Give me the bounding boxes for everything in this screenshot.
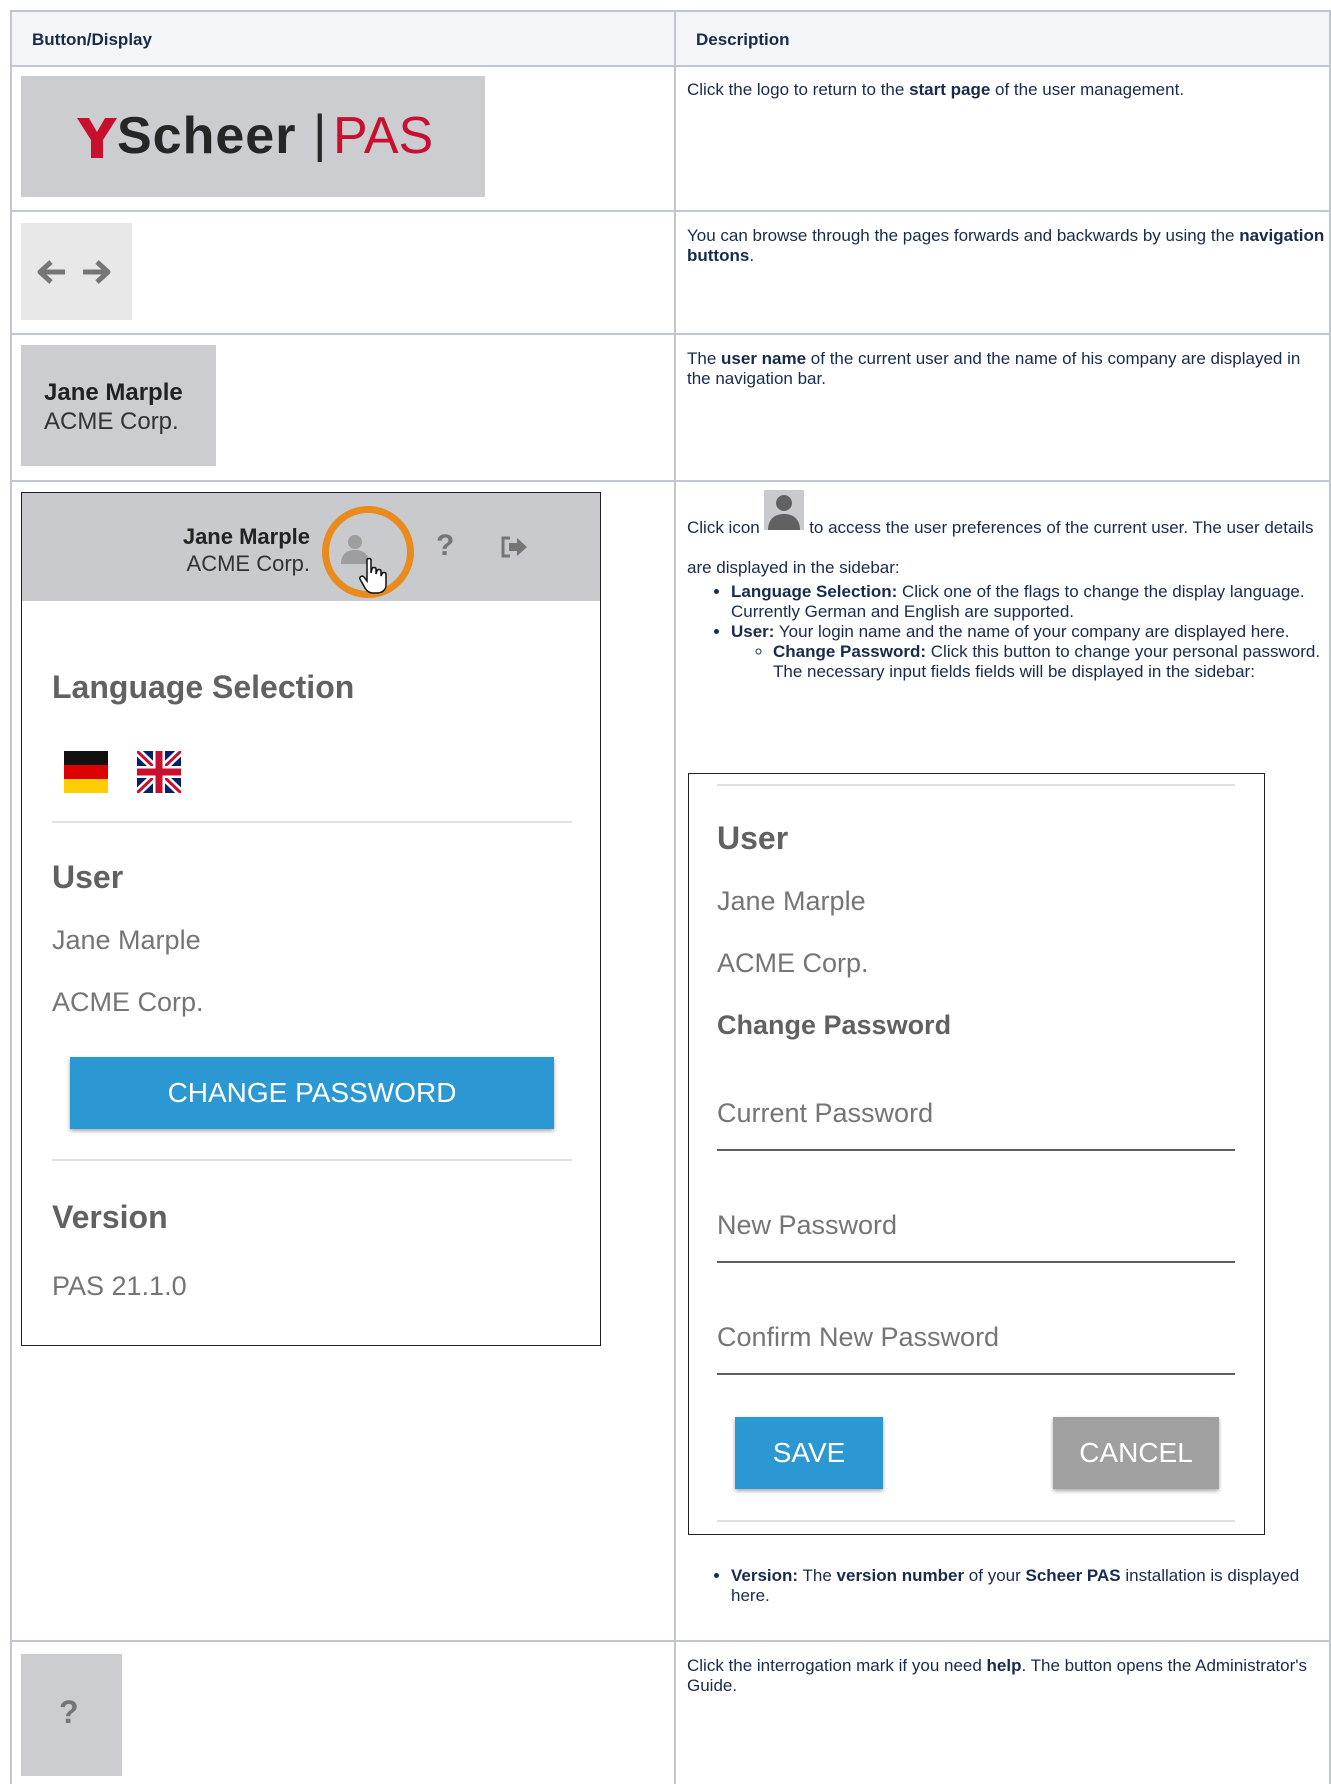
list-item: Version: The version number of your Sche… <box>731 1566 1327 1606</box>
row-divider <box>10 1640 1331 1642</box>
desc-text: The <box>687 349 722 368</box>
preferences-description: Click icon to access the user preference… <box>687 490 1327 682</box>
sidebar-divider <box>52 1159 572 1161</box>
desc-text: Click icon <box>687 518 765 537</box>
version-bullet-list: Version: The version number of your Sche… <box>687 1566 1327 1606</box>
row-divider <box>10 333 1331 335</box>
desc-text: Click the logo to return to the <box>687 80 910 99</box>
desc-bold: user name <box>721 349 807 368</box>
bullet-text: The <box>798 1566 837 1585</box>
change-password-heading: Change Password <box>717 1010 952 1040</box>
row-divider <box>10 210 1331 212</box>
bullet-bold: Scheer PAS <box>1025 1566 1121 1585</box>
panel-user-heading: User <box>717 820 789 856</box>
desc-text: You can browse through the pages forward… <box>687 226 1240 245</box>
bullet-text: Your login name and the name of your com… <box>774 622 1290 641</box>
logo-brand-text: Scheer <box>117 107 297 165</box>
list-item: Change Password: Click this button to ch… <box>773 642 1327 682</box>
sidebar-company-name: ACME Corp. <box>52 987 204 1017</box>
change-password-button[interactable]: CHANGE PASSWORD <box>70 1057 554 1129</box>
sidebar-login-name: Jane Marple <box>52 925 201 955</box>
sidebar-top-bar: Jane Marple ACME Corp. ? <box>22 493 600 601</box>
german-flag-icon[interactable] <box>64 751 108 793</box>
panel-user-name: Jane Marple <box>717 886 866 916</box>
user-preferences-sidebar: Jane Marple ACME Corp. ? Language Select… <box>21 492 601 1346</box>
row-divider <box>10 480 1331 482</box>
current-password-underline <box>717 1149 1235 1151</box>
pointer-hand-icon <box>359 557 387 594</box>
bullet-text: of your <box>964 1566 1026 1585</box>
version-heading: Version <box>52 1199 168 1235</box>
desc-bold: start page <box>909 80 991 99</box>
back-arrow-icon[interactable] <box>37 260 67 284</box>
sidebar-user-name: Jane Marple <box>182 524 310 549</box>
new-password-underline <box>717 1261 1235 1263</box>
table-border-top <box>10 10 1331 12</box>
logo-product-text: PAS <box>333 107 434 165</box>
user-icon <box>764 490 805 530</box>
list-item: User: Your login name and the name of yo… <box>731 622 1327 682</box>
list-item: Language Selection: Click one of the fla… <box>731 582 1327 622</box>
language-selection-heading: Language Selection <box>52 669 355 705</box>
preferences-bullet-list: Language Selection: Click one of the fla… <box>687 582 1327 682</box>
sidebar-user-company: ACME Corp. <box>186 551 310 576</box>
table-border-left <box>10 10 12 1784</box>
panel-divider <box>717 784 1235 786</box>
uk-flag-icon[interactable] <box>137 751 181 793</box>
confirm-password-underline <box>717 1373 1235 1375</box>
panel-divider <box>717 1520 1235 1522</box>
forward-arrow-icon[interactable] <box>81 260 111 284</box>
sidebar-divider <box>52 821 572 823</box>
user-name-description: The user name of the current user and th… <box>687 349 1327 389</box>
column-divider <box>674 10 676 1784</box>
bullet-bold: Version: <box>731 1566 799 1585</box>
bullet-bold: version number <box>836 1566 965 1585</box>
help-button[interactable]: ? <box>21 1654 122 1776</box>
desc-text: Click the interrogation mark if you need <box>687 1656 987 1675</box>
user-name-display: Jane Marple ACME Corp. <box>21 345 216 466</box>
desc-text: . <box>749 246 755 265</box>
change-password-panel: User Jane Marple ACME Corp. Change Passw… <box>688 773 1265 1535</box>
bullet-bold: Change Password: <box>773 642 927 661</box>
help-icon: ? <box>59 1694 79 1730</box>
sub-bullet-list: Change Password: Click this button to ch… <box>731 642 1327 682</box>
navigation-description: You can browse through the pages forward… <box>687 226 1327 266</box>
bullet-bold: User: <box>731 622 775 641</box>
help-icon[interactable]: ? <box>436 529 454 563</box>
cancel-button[interactable]: CANCEL <box>1053 1417 1219 1489</box>
confirm-password-field[interactable]: Confirm New Password <box>717 1322 999 1353</box>
column-header-description: Description <box>696 30 790 49</box>
save-button[interactable]: SAVE <box>735 1417 883 1489</box>
table-header-row <box>10 10 1331 67</box>
logo-separator: | <box>313 105 327 163</box>
user-heading: User <box>52 859 124 895</box>
row-divider <box>10 65 1331 67</box>
logo-button[interactable]: Scheer | PAS <box>21 76 485 197</box>
user-company-text: ACME Corp. <box>44 408 179 435</box>
new-password-field[interactable]: New Password <box>717 1210 897 1241</box>
scheer-logo-icon <box>77 118 117 158</box>
navigation-buttons <box>21 223 132 320</box>
logo-description: Click the logo to return to the start pa… <box>687 80 1327 100</box>
panel-user-company: ACME Corp. <box>717 948 869 978</box>
column-header-button-display: Button/Display <box>32 30 152 49</box>
version-description: Version: The version number of your Sche… <box>687 1566 1327 1606</box>
help-description: Click the interrogation mark if you need… <box>687 1656 1327 1696</box>
user-name-text: Jane Marple <box>44 379 183 406</box>
desc-bold: help <box>986 1656 1022 1675</box>
desc-text: of the user management. <box>990 80 1185 99</box>
logout-icon[interactable] <box>500 535 528 559</box>
current-password-field[interactable]: Current Password <box>717 1098 933 1129</box>
version-value: PAS 21.1.0 <box>52 1271 187 1301</box>
preferences-intro: Click icon to access the user preference… <box>687 490 1327 577</box>
bullet-bold: Language Selection: <box>731 582 898 601</box>
